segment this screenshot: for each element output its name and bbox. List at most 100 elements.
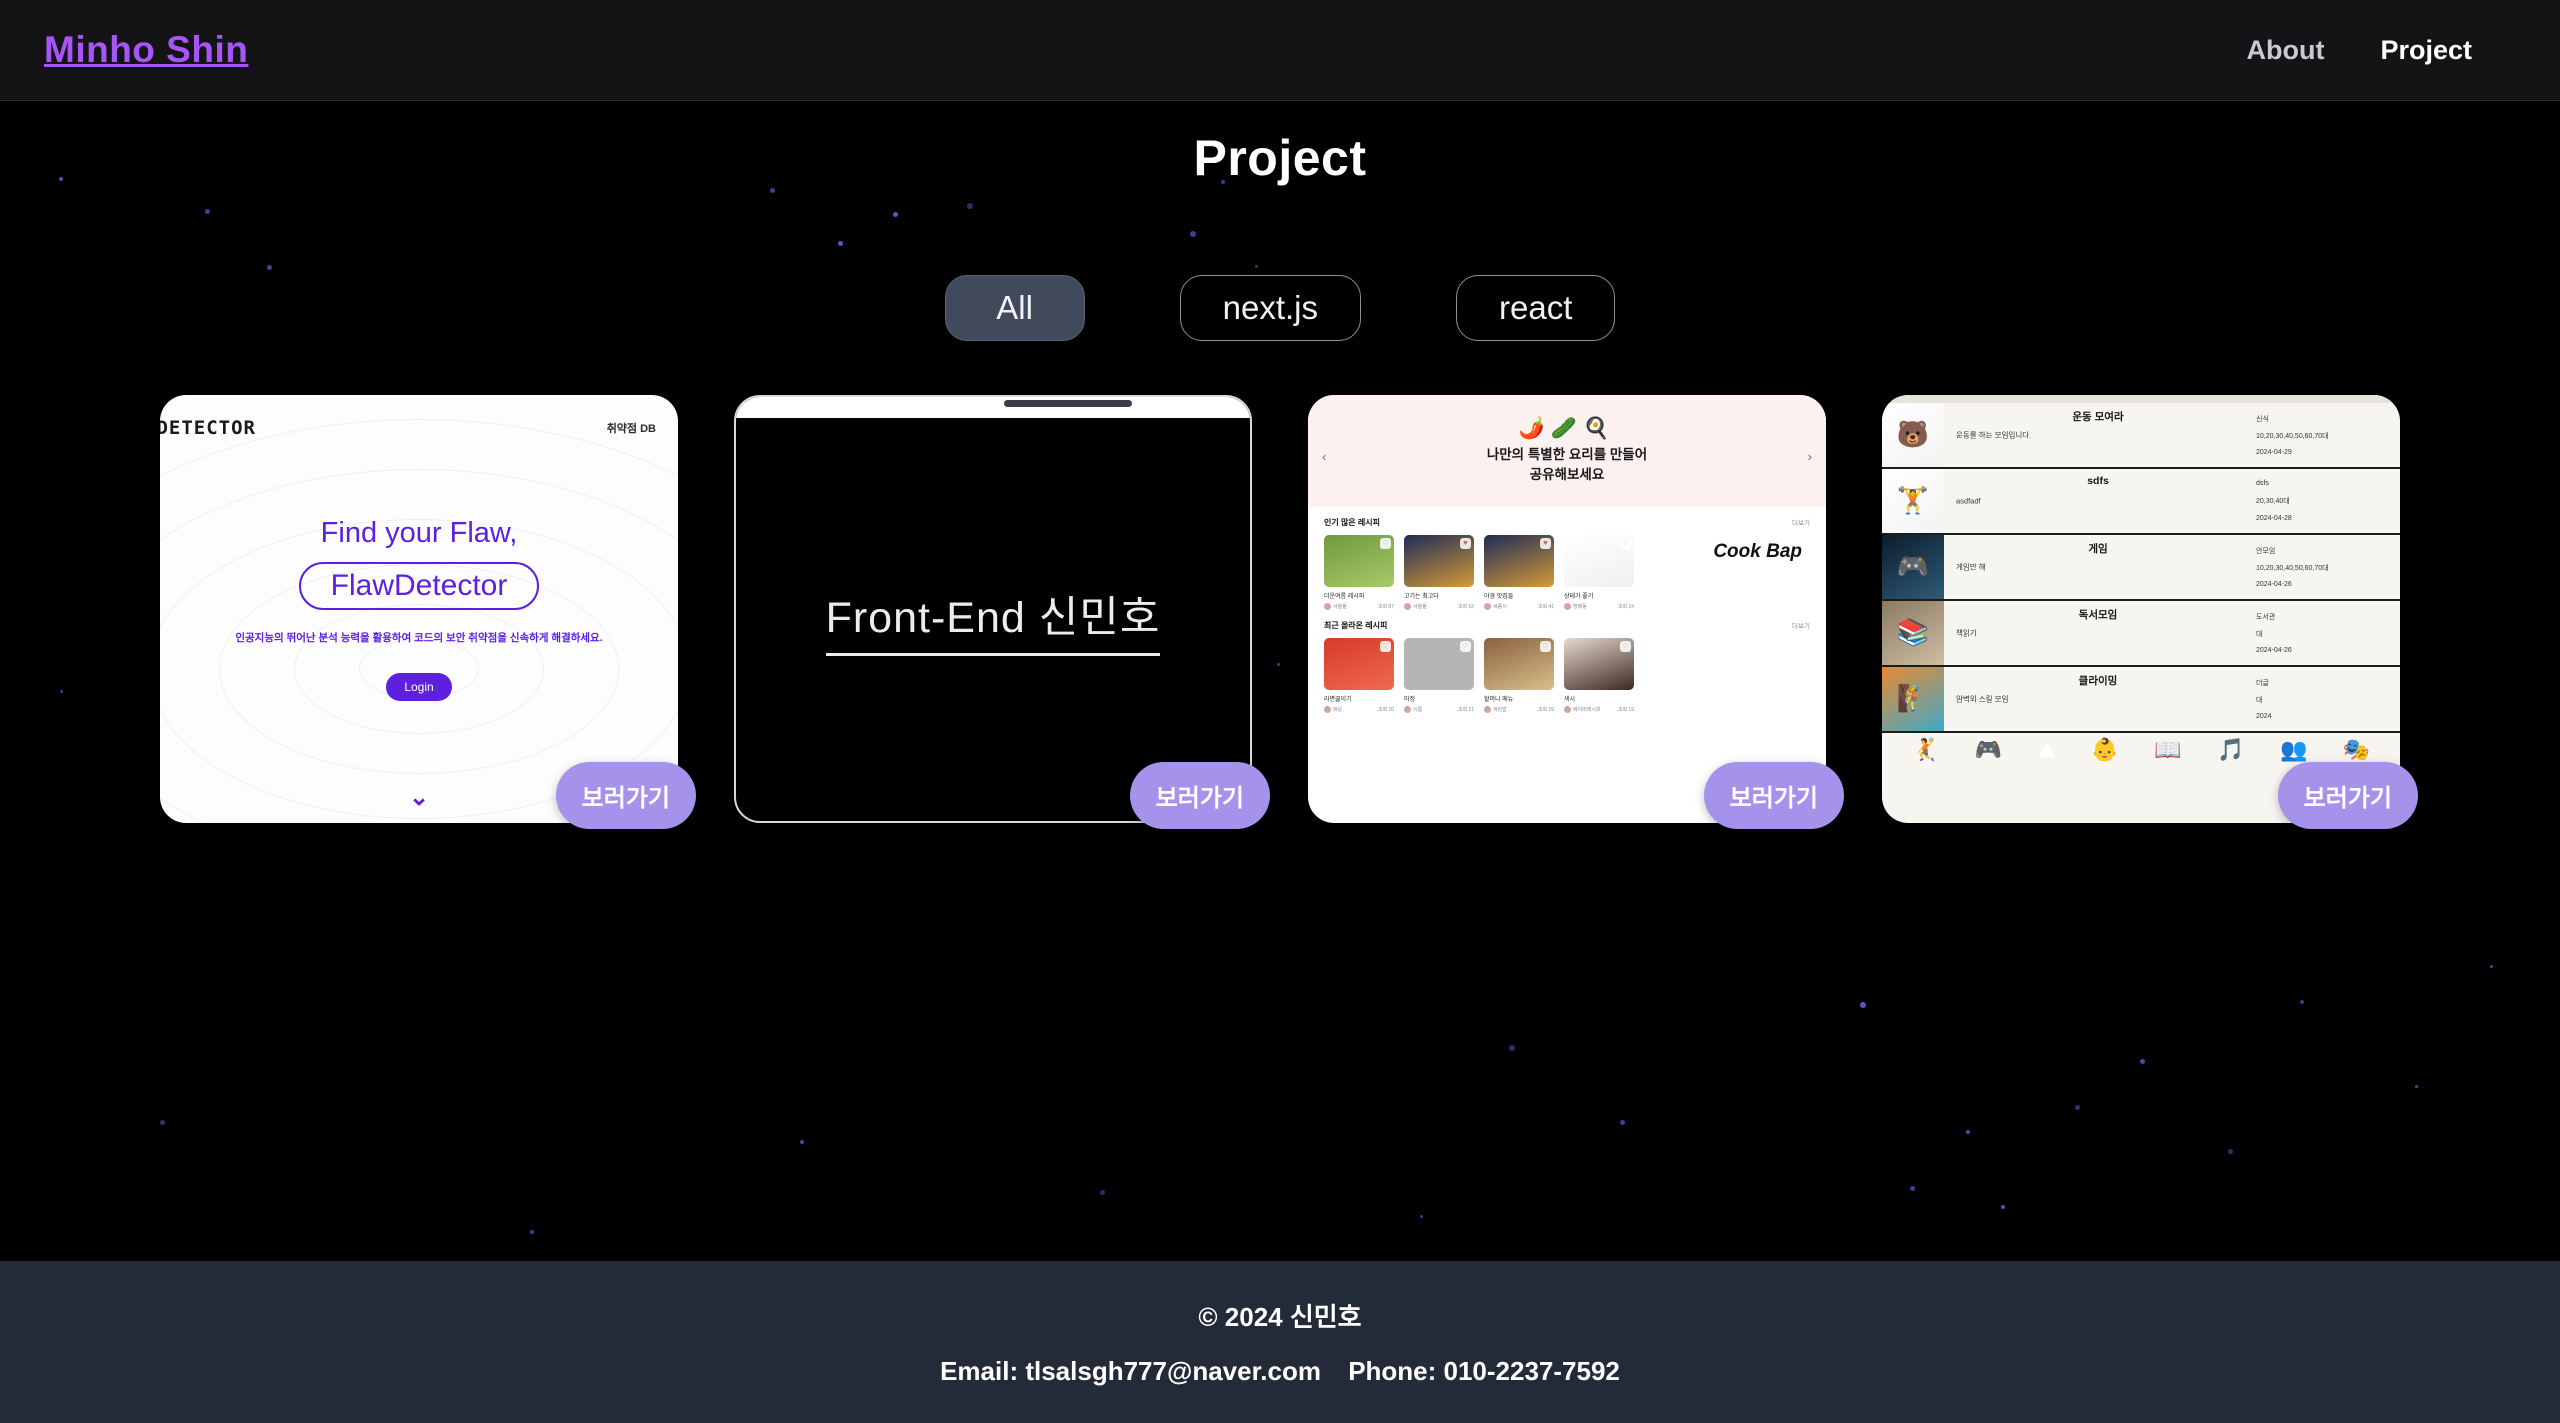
- nav-link-project[interactable]: Project: [2380, 35, 2472, 66]
- meetup-row[interactable]: 🐻 운동 모여라 운동를 하는 모임입니다. 신식 10,20,30,40,50,60,…: [1882, 403, 2400, 469]
- cookbap-section-more-link[interactable]: 더보기: [1792, 517, 1810, 527]
- cookbap-recipe-item[interactable]: ♡ 더운여름 레시피 서울물 조회 87: [1324, 535, 1394, 610]
- project-card-flawdetector[interactable]: /DETECTOR 취약점 DB Find your Flaw, FlawDet…: [160, 395, 678, 823]
- cookbap-recipe-item[interactable]: ♡ 할머니 메뉴 계란밥 조회 29: [1484, 638, 1554, 713]
- carousel-prev-icon[interactable]: ‹: [1322, 449, 1326, 464]
- heart-icon[interactable]: ♡: [1460, 641, 1471, 652]
- recipe-author: 계란밥: [1484, 706, 1507, 713]
- meetup-date: 2024: [2256, 713, 2400, 720]
- cookbap-recipe-item[interactable]: ♥ 고기는 최고다서울물 조회 62: [1404, 535, 1474, 610]
- heart-icon[interactable]: ♡: [1380, 641, 1391, 652]
- recipe-meta: 세종시 조회 41: [1484, 603, 1554, 610]
- heart-icon[interactable]: ♡: [1620, 641, 1631, 652]
- meetup-thumbnail: 🐻: [1882, 403, 1944, 467]
- recipe-thumbnail: ♡: [1564, 535, 1634, 587]
- main-nav: About Project: [2246, 35, 2516, 66]
- site-logo[interactable]: Minho Shin: [44, 29, 248, 71]
- cookbap-section-more-link[interactable]: 더보기: [1792, 620, 1810, 630]
- filter-button-nextjs[interactable]: next.js: [1180, 275, 1361, 341]
- meetup-place: 안모임: [2256, 546, 2400, 556]
- heart-icon[interactable]: ♥: [1460, 538, 1471, 549]
- filter-button-all[interactable]: All: [945, 275, 1085, 341]
- heart-icon[interactable]: ♡: [1540, 641, 1551, 652]
- recipe-name: 할머니 메뉴: [1484, 694, 1554, 703]
- category-icon-6[interactable]: 👥: [2280, 737, 2307, 763]
- cookbap-section-title: 인기 많은 레시피: [1324, 517, 1380, 528]
- project-card-list: /DETECTOR 취약점 DB Find your Flaw, FlawDet…: [0, 395, 2560, 823]
- visit-button-flawdetector[interactable]: 보러가기: [556, 762, 696, 829]
- recipe-name: 야경 맛집들: [1484, 591, 1554, 600]
- recipe-meta: 이름 조회 21: [1404, 706, 1474, 713]
- cookbap-brand: Cook Bap: [1713, 541, 1802, 563]
- meetup-date: 2024-04-28: [2256, 515, 2400, 522]
- meetup-row[interactable]: 🏋 sdfs asdfadf dsfs 20,30,40대 2024-04-28: [1882, 469, 2400, 535]
- meetup-row-meta: 신식 10,20,30,40,50,60,70대 2024-04-29: [2252, 403, 2400, 467]
- cookbap-section-head: 인기 많은 레시피 더보기: [1324, 517, 1810, 528]
- category-icon-2[interactable]: ⛰: [2037, 737, 2055, 763]
- recipe-name: 미정: [1404, 694, 1474, 703]
- project-card-frontend-portfolio[interactable]: Front-End 신민호 보러가기: [734, 395, 1252, 823]
- heart-icon[interactable]: ♥: [1540, 538, 1551, 549]
- category-icon-0[interactable]: 🤾: [1912, 737, 1939, 763]
- project-card-meetup[interactable]: 🐻 운동 모여라 운동를 하는 모임입니다. 신식 10,20,30,40,50,60,…: [1882, 395, 2400, 823]
- category-icon-3[interactable]: 👶: [2091, 737, 2118, 763]
- meetup-row-main: sdfs asdfadf: [1944, 469, 2252, 533]
- meetup-ages: 10,20,30,40,50,60,70대: [2256, 431, 2400, 441]
- device-notch-icon: [1004, 400, 1132, 407]
- cookbap-recipe-item[interactable]: ♥ 야경 맛집들세종시 조회 41: [1484, 535, 1554, 610]
- cookbap-recipe-item[interactable]: ♡ 미정이름 조회 21: [1404, 638, 1474, 713]
- recipe-thumbnail: ♥: [1404, 535, 1474, 587]
- meetup-title: 클라이밍: [1954, 673, 2242, 688]
- filter-button-react[interactable]: react: [1456, 275, 1615, 341]
- cookbap-hero-line1: 나만의 특별한 요리를 만들어: [1487, 445, 1647, 465]
- flawdetector-headline: Find your Flaw,: [321, 517, 518, 550]
- footer-email[interactable]: Email: tlsalsgh777@naver.com: [940, 1356, 1321, 1386]
- meetup-title: 운동 모여라: [1954, 409, 2242, 424]
- cookbap-recipe-item[interactable]: ♡ 라면끓이기 매운 조회 20: [1324, 638, 1394, 713]
- recipe-author: 베이비레시피: [1564, 706, 1601, 713]
- visit-button-meetup[interactable]: 보러가기: [2278, 762, 2418, 829]
- category-icon-5[interactable]: 🎵: [2217, 737, 2244, 763]
- meetup-title: sdfs: [1954, 475, 2242, 487]
- visit-button-frontend-portfolio[interactable]: 보러가기: [1130, 762, 1270, 829]
- cookbap-sections: 인기 많은 레시피 더보기 ♡ 더운여름 레시피 서울물 조회 87 ♥ 고기는 최고다 서울물…: [1308, 507, 1826, 713]
- recipe-meta: 서울물 조회 62: [1404, 603, 1474, 610]
- recipe-stat: 조회 62: [1458, 603, 1474, 610]
- category-icon-4[interactable]: 📖: [2154, 737, 2181, 763]
- site-footer: © 2024 신민호 Email: tlsalsgh777@naver.com …: [0, 1261, 2560, 1423]
- visit-button-cookbap[interactable]: 보러가기: [1704, 762, 1844, 829]
- cookbap-hero-text: 나만의 특별한 요리를 만들어 공유해보세요: [1487, 445, 1647, 484]
- heart-icon[interactable]: ♡: [1380, 538, 1391, 549]
- meetup-ages: 20,30,40대: [2256, 496, 2400, 506]
- flawdetector-login-button[interactable]: Login: [386, 673, 451, 701]
- project-card-cookbap[interactable]: ‹ › 🌶️🥒🍳 나만의 특별한 요리를 만들어 공유해보세요 Cook Bap…: [1308, 395, 1826, 823]
- cookbap-recipe-item[interactable]: ♡ 상태가 좋기 방배동 조회 24: [1564, 535, 1634, 610]
- recipe-thumbnail: ♡: [1484, 638, 1554, 690]
- meetup-row[interactable]: 🎮 게임 게임만 해 안모임 10,20,30,40,50,60,70대 2024-04-…: [1882, 535, 2400, 601]
- meetup-ages: 10,20,30,40,50,60,70대: [2256, 563, 2400, 573]
- avatar: [1404, 706, 1411, 713]
- meetup-description: 책읽기: [1956, 627, 1977, 638]
- meetup-row[interactable]: 📚 독서모임 책읽기 도서관 대 2024-04-26: [1882, 601, 2400, 667]
- cookbap-recipe-grid: ♡ 라면끓이기 매운 조회 20 ♡ 미정 이름 조회 21 ♡ 할머니 메뉴 계란밥 조회 29 ♡ 색…: [1324, 638, 1810, 713]
- avatar: [1484, 706, 1491, 713]
- meetup-ages: 대: [2256, 629, 2400, 639]
- heart-icon[interactable]: ♡: [1620, 538, 1631, 549]
- meetup-row-main: 게임 게임만 해: [1944, 535, 2252, 599]
- nav-link-about[interactable]: About: [2246, 35, 2324, 66]
- meetup-row[interactable]: 🧗 클라이밍 암벽외 스킬 모임 더글 대 2024: [1882, 667, 2400, 733]
- category-icon-1[interactable]: 🎮: [1975, 737, 2002, 763]
- cookbap-recipe-item[interactable]: ♡ 색시 베이비레시피 조회 19: [1564, 638, 1634, 713]
- recipe-stat: 조회 21: [1458, 706, 1474, 713]
- carousel-next-icon[interactable]: ›: [1808, 449, 1812, 464]
- recipe-thumbnail: ♡: [1564, 638, 1634, 690]
- recipe-name: 고기는 최고다: [1404, 591, 1474, 600]
- page-title: Project: [0, 129, 2560, 187]
- recipe-meta: 베이비레시피 조회 19: [1564, 706, 1634, 713]
- avatar: [1564, 706, 1571, 713]
- category-icon-7[interactable]: 🎭: [2343, 737, 2370, 763]
- meetup-row-list: 🐻 운동 모여라 운동를 하는 모임입니다. 신식 10,20,30,40,50,60,…: [1882, 403, 2400, 733]
- meetup-title: 독서모임: [1954, 607, 2242, 622]
- meetup-description: 게임만 해: [1956, 561, 1986, 572]
- meetup-row-main: 운동 모여라 운동를 하는 모임입니다.: [1944, 403, 2252, 467]
